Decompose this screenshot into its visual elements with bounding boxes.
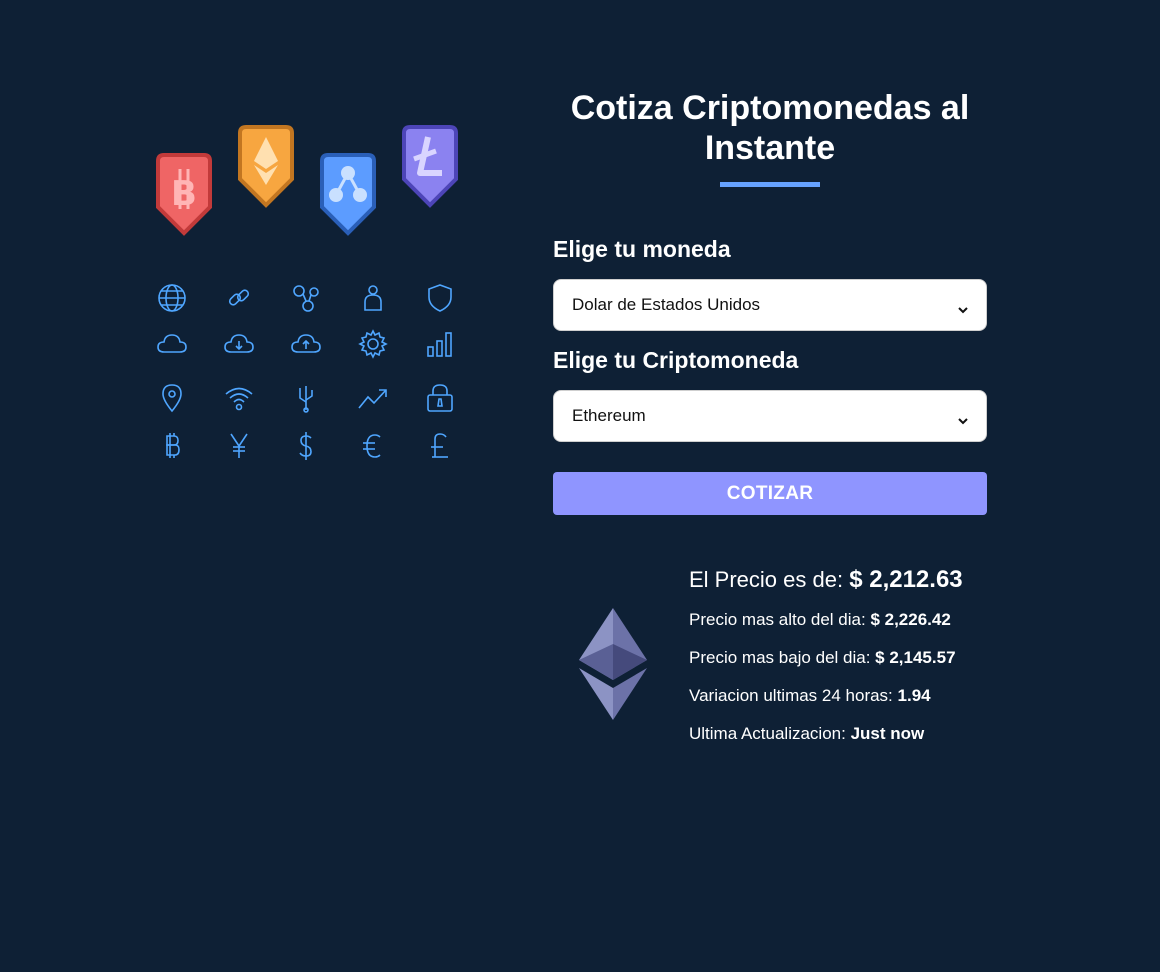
wifi-icon <box>219 378 259 418</box>
low-value: $ 2,145.57 <box>875 648 956 667</box>
cloud-icon <box>152 324 192 364</box>
price-label: El Precio es de: <box>689 567 844 592</box>
low-line: Precio mas bajo del dia: $ 2,145.57 <box>689 648 989 668</box>
crypto-select-value: Ethereum <box>572 406 646 425</box>
change-line: Variacion ultimas 24 horas: 1.94 <box>689 686 989 706</box>
chevron-down-icon <box>958 411 968 425</box>
link-icon <box>219 278 259 318</box>
cloud-upload-icon <box>286 324 326 364</box>
low-label: Precio mas bajo del dia: <box>689 648 871 667</box>
currency-label: Elige tu moneda <box>553 236 731 262</box>
bitcoin-icon <box>152 426 192 466</box>
updated-line: Ultima Actualizacion: Just now <box>689 724 989 744</box>
gear-icon <box>353 324 393 364</box>
price-line: El Precio es de: $ 2,212.63 <box>689 566 989 594</box>
user-icon <box>353 278 393 318</box>
bar-chart-icon <box>420 324 460 364</box>
high-label: Precio mas alto del dia: <box>689 610 866 629</box>
trend-up-icon <box>353 378 393 418</box>
litecoin-shield-icon <box>398 125 462 235</box>
location-pin-icon <box>152 378 192 418</box>
usb-icon <box>286 378 326 418</box>
ripple-shield-icon <box>316 153 380 263</box>
result-details: El Precio es de: $ 2,212.63 Precio mas a… <box>689 566 989 762</box>
updated-label: Ultima Actualizacion: <box>689 724 846 743</box>
price-value: $ 2,212.63 <box>849 566 963 593</box>
dollar-icon <box>286 426 326 466</box>
cotizar-button[interactable]: COTIZAR <box>553 472 987 515</box>
euro-icon <box>353 426 393 466</box>
cloud-download-icon <box>219 324 259 364</box>
globe-icon <box>152 278 192 318</box>
quote-result: El Precio es de: $ 2,212.63 Precio mas a… <box>553 566 987 786</box>
network-icon <box>286 278 326 318</box>
ethereum-shield-icon <box>234 125 298 235</box>
currency-select-value: Dolar de Estados Unidos <box>572 295 761 314</box>
ethereum-logo-icon <box>577 606 649 722</box>
crypto-label: Elige tu Criptomoneda <box>553 347 799 373</box>
page-title: Cotiza Criptomonedas al Instante <box>570 89 970 167</box>
updated-value: Just now <box>850 724 925 743</box>
yen-icon <box>219 426 259 466</box>
high-value: $ 2,226.42 <box>870 610 951 629</box>
title-underline <box>720 182 820 187</box>
change-value: 1.94 <box>897 686 931 705</box>
currency-select[interactable]: Dolar de Estados Unidos <box>553 279 987 331</box>
shield-icon <box>420 278 460 318</box>
quote-form-panel: Cotiza Criptomonedas al Instante Elige t… <box>553 88 987 515</box>
crypto-select[interactable]: Ethereum <box>553 390 987 442</box>
pound-icon <box>420 426 460 466</box>
bitcoin-shield-icon: B <box>152 153 216 263</box>
lock-icon <box>420 378 460 418</box>
chevron-down-icon <box>958 300 968 314</box>
svg-text:B: B <box>171 174 197 214</box>
change-label: Variacion ultimas 24 horas: <box>689 686 893 705</box>
high-line: Precio mas alto del dia: $ 2,226.42 <box>689 610 989 630</box>
